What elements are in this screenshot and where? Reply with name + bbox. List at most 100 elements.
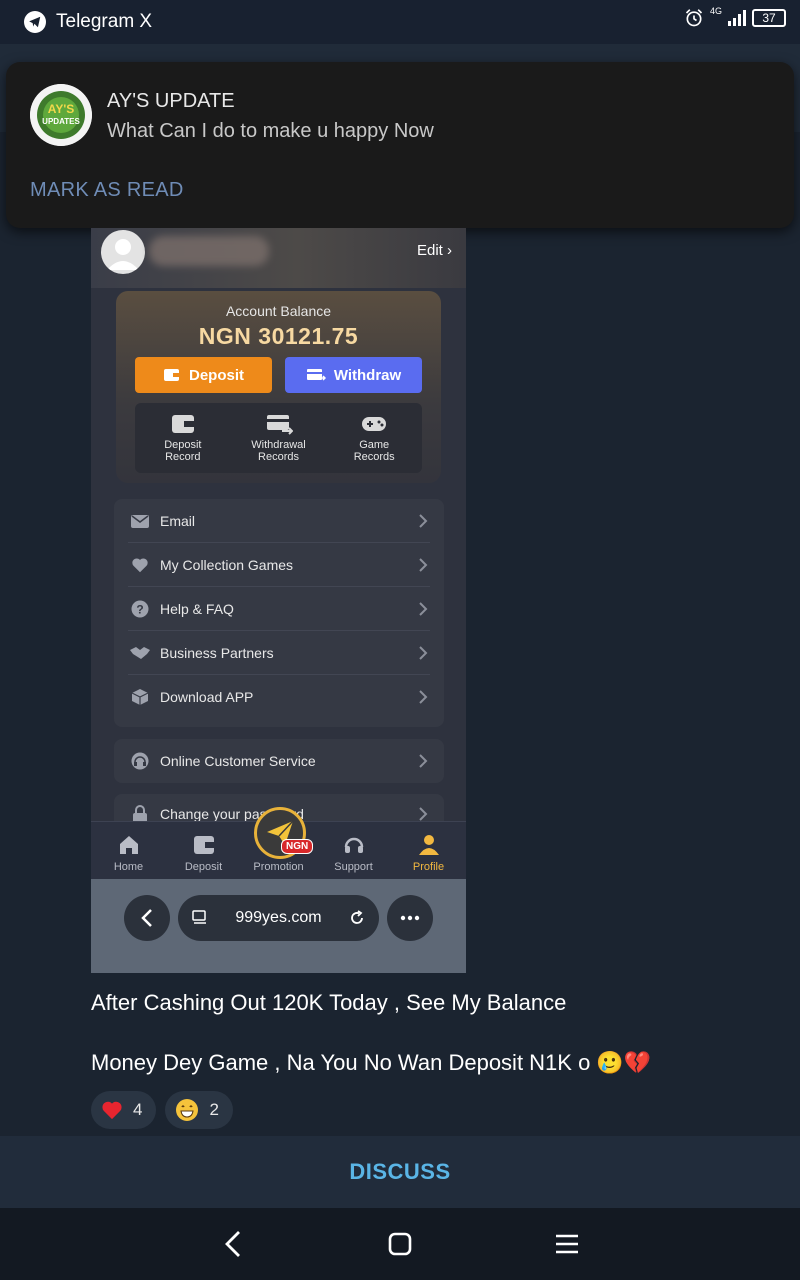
menu-item-business-partners[interactable]: Business Partners <box>114 631 444 675</box>
nav-label: Deposit <box>184 861 223 873</box>
nav-deposit[interactable]: Deposit <box>166 822 241 879</box>
reaction-heart[interactable]: 4 <box>91 1091 157 1129</box>
wallet-icon <box>193 836 214 854</box>
record-label: Records <box>258 451 299 463</box>
person-icon <box>418 835 439 855</box>
discuss-label: DISCUSS <box>349 1159 451 1184</box>
chevron-right-icon: › <box>447 242 452 259</box>
deposit-record-button[interactable]: Deposit Record <box>135 403 231 473</box>
notification-title: AY'S UPDATE <box>107 90 235 112</box>
nav-support[interactable]: Support <box>316 822 391 879</box>
menu-icon <box>555 1234 578 1254</box>
nav-home[interactable]: Home <box>91 822 166 879</box>
url-bar[interactable]: 999yes.com <box>178 895 379 941</box>
withdraw-button[interactable]: Withdraw <box>285 357 422 393</box>
wallet-icon <box>171 415 194 433</box>
profile-avatar <box>101 230 145 274</box>
url-text: 999yes.com <box>235 909 322 926</box>
reactions-row: 4 2 <box>91 1091 233 1129</box>
system-back-button[interactable] <box>213 1224 253 1264</box>
network-label: 4G <box>709 6 722 16</box>
chevron-right-icon <box>419 807 428 821</box>
browser-more-button[interactable] <box>387 895 433 941</box>
profile-header <box>91 228 466 288</box>
menu-list: Email My Collection Games ? Help & FAQ B… <box>114 499 444 727</box>
heart-icon <box>132 558 148 573</box>
record-label: Records <box>353 451 395 463</box>
gamepad-icon <box>362 417 387 431</box>
menu-item-label: Business Partners <box>160 645 274 661</box>
question-icon: ? <box>131 600 149 618</box>
chevron-right-icon <box>419 690 428 704</box>
system-navigation-bar <box>0 1208 800 1280</box>
reaction-count: 2 <box>209 1100 219 1119</box>
message-emojis: 🥲💔 <box>596 1050 652 1075</box>
app-name: Telegram X <box>56 11 153 32</box>
chevron-right-icon <box>419 754 428 768</box>
system-home-button[interactable] <box>380 1224 420 1264</box>
status-bar: Telegram X 4G 37 <box>0 0 800 44</box>
alarm-icon <box>685 9 703 27</box>
status-icons: 4G 37 <box>684 6 786 28</box>
battery-indicator: 37 <box>752 9 786 27</box>
browser-toolbar: 999yes.com <box>91 879 466 973</box>
nav-label: Support <box>334 861 373 873</box>
chevron-left-icon <box>141 909 152 927</box>
customer-service-card: Online Customer Service <box>114 739 444 783</box>
box-icon <box>131 689 149 705</box>
headset-icon <box>131 752 149 770</box>
message-text: Money Dey Game , Na You No Wan Deposit N… <box>91 1050 591 1075</box>
nav-profile[interactable]: Profile <box>391 822 466 879</box>
chevron-right-icon <box>419 602 428 616</box>
withdrawal-records-button[interactable]: Withdrawal Records <box>231 403 327 473</box>
chevron-right-icon <box>419 514 428 528</box>
wallet-icon <box>163 369 180 381</box>
more-dots-icon <box>400 915 420 921</box>
grinning-face-icon <box>176 1099 199 1121</box>
game-records-button[interactable]: Game Records <box>326 403 422 473</box>
edit-label: Edit <box>416 242 443 259</box>
telegram-icon <box>24 11 46 33</box>
mark-as-read-button[interactable]: MARK AS READ <box>30 179 184 202</box>
record-label: Deposit <box>164 439 202 451</box>
record-label: Record <box>165 451 201 463</box>
back-icon <box>225 1231 241 1257</box>
edit-profile-link[interactable]: Edit › <box>417 242 452 259</box>
chevron-right-icon <box>419 646 428 660</box>
menu-item-email[interactable]: Email <box>114 499 444 543</box>
email-icon <box>131 514 149 528</box>
svg-text:UPDATES: UPDATES <box>42 117 80 126</box>
message-text-line-1: After Cashing Out 120K Today , See My Ba… <box>91 990 567 1015</box>
menu-item-customer-service[interactable]: Online Customer Service <box>114 739 444 783</box>
notification-popup[interactable]: AY'S UPDATES AY'S UPDATE What Can I do t… <box>6 62 794 228</box>
home-icon <box>119 836 138 854</box>
menu-item-download-app[interactable]: Download APP <box>114 675 444 719</box>
signal-icon <box>728 10 746 26</box>
menu-item-label: Download APP <box>160 689 254 705</box>
headset-icon <box>344 837 363 853</box>
menu-item-collection-games[interactable]: My Collection Games <box>114 543 444 587</box>
card-transfer-icon <box>266 415 293 435</box>
message-photo[interactable]: Edit › Account Balance NGN 30121.75 Depo… <box>91 228 466 973</box>
menu-item-label: My Collection Games <box>160 557 294 573</box>
battery-level: 37 <box>762 11 776 25</box>
menu-item-help-faq[interactable]: ? Help & FAQ <box>114 587 444 631</box>
reload-icon[interactable] <box>349 910 365 926</box>
chevron-right-icon <box>419 558 428 572</box>
discuss-button[interactable]: DISCUSS <box>0 1136 800 1208</box>
page-info-icon <box>192 910 206 924</box>
home-square-icon <box>388 1232 412 1256</box>
blurred-username <box>149 236 269 266</box>
balance-amount: NGN 30121.75 <box>198 323 359 349</box>
reaction-grin[interactable]: 2 <box>165 1091 233 1129</box>
record-label: Game <box>359 439 390 451</box>
menu-item-label: Email <box>160 513 196 529</box>
message-text-line-2: Money Dey Game , Na You No Wan Deposit N… <box>91 1048 651 1078</box>
notification-avatar: AY'S UPDATES <box>30 84 92 146</box>
handshake-icon <box>130 647 150 659</box>
browser-back-button[interactable] <box>124 895 170 941</box>
balance-card: Account Balance NGN 30121.75 Deposit Wit… <box>116 291 441 483</box>
deposit-button[interactable]: Deposit <box>135 357 272 393</box>
record-label: Withdrawal <box>251 439 306 451</box>
system-menu-button[interactable] <box>547 1224 587 1264</box>
